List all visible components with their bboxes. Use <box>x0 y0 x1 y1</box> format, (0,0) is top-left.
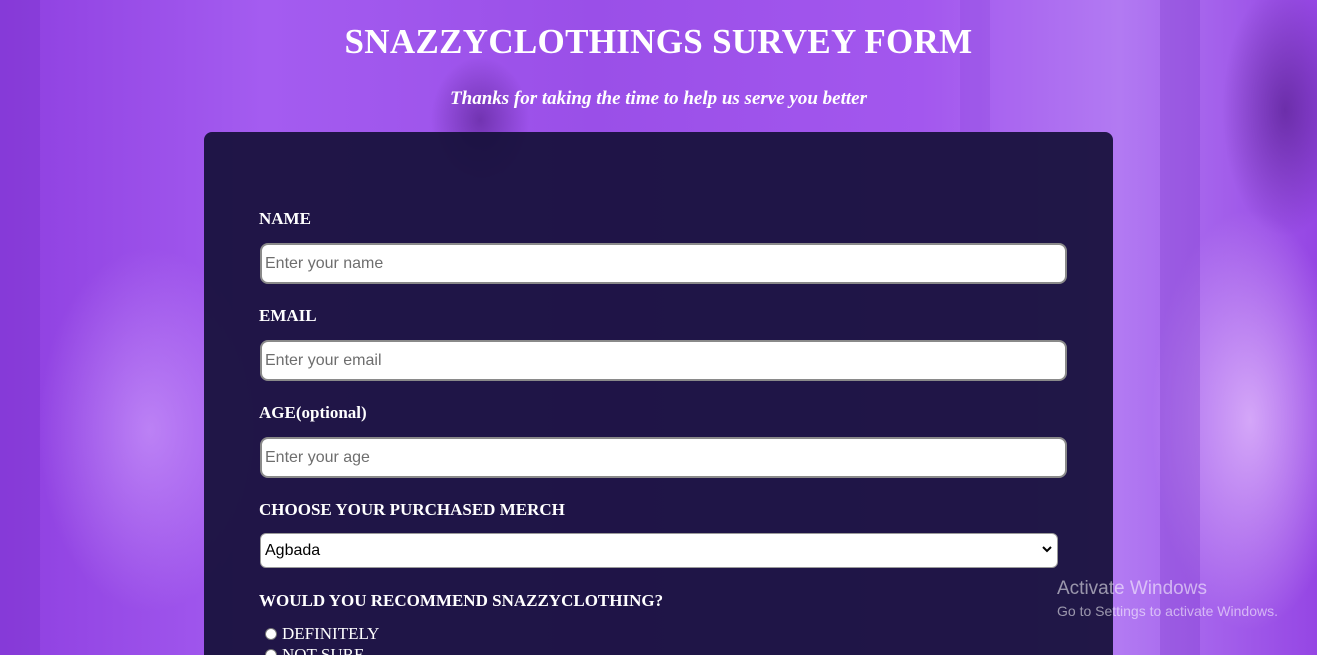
merch-select[interactable]: Agbada <box>260 533 1058 568</box>
radio-button[interactable] <box>265 628 277 640</box>
activate-windows-title: Activate Windows <box>1057 578 1207 599</box>
activate-windows-subtitle: Go to Settings to activate Windows. <box>1057 603 1278 619</box>
age-label: AGE(optional) <box>259 403 367 422</box>
recommend-label: WOULD YOU RECOMMEND SNAZZYCLOTHING? <box>259 591 664 610</box>
name-input[interactable] <box>260 243 1067 284</box>
email-input[interactable] <box>260 340 1067 381</box>
recommend-option-label: NOT SURE <box>282 645 365 655</box>
age-input[interactable] <box>260 437 1067 478</box>
email-label: EMAIL <box>259 306 317 325</box>
page-title: SNAZZYCLOTHINGS SURVEY FORM <box>344 22 973 61</box>
radio-button[interactable] <box>265 649 277 655</box>
name-label: NAME <box>259 209 311 228</box>
survey-form: NAME EMAIL AGE(optional) CHOOSE YOUR PUR… <box>204 132 1113 655</box>
recommend-option-label: DEFINITELY <box>282 624 380 643</box>
chevron-down-icon <box>1041 542 1053 560</box>
recommend-option[interactable]: NOT SURE <box>265 645 364 655</box>
merch-select-value: Agbada <box>265 541 321 559</box>
merch-label: CHOOSE YOUR PURCHASED MERCH <box>259 500 565 519</box>
recommend-option[interactable]: DEFINITELY <box>265 624 379 644</box>
page-subtitle: Thanks for taking the time to help us se… <box>450 88 867 109</box>
